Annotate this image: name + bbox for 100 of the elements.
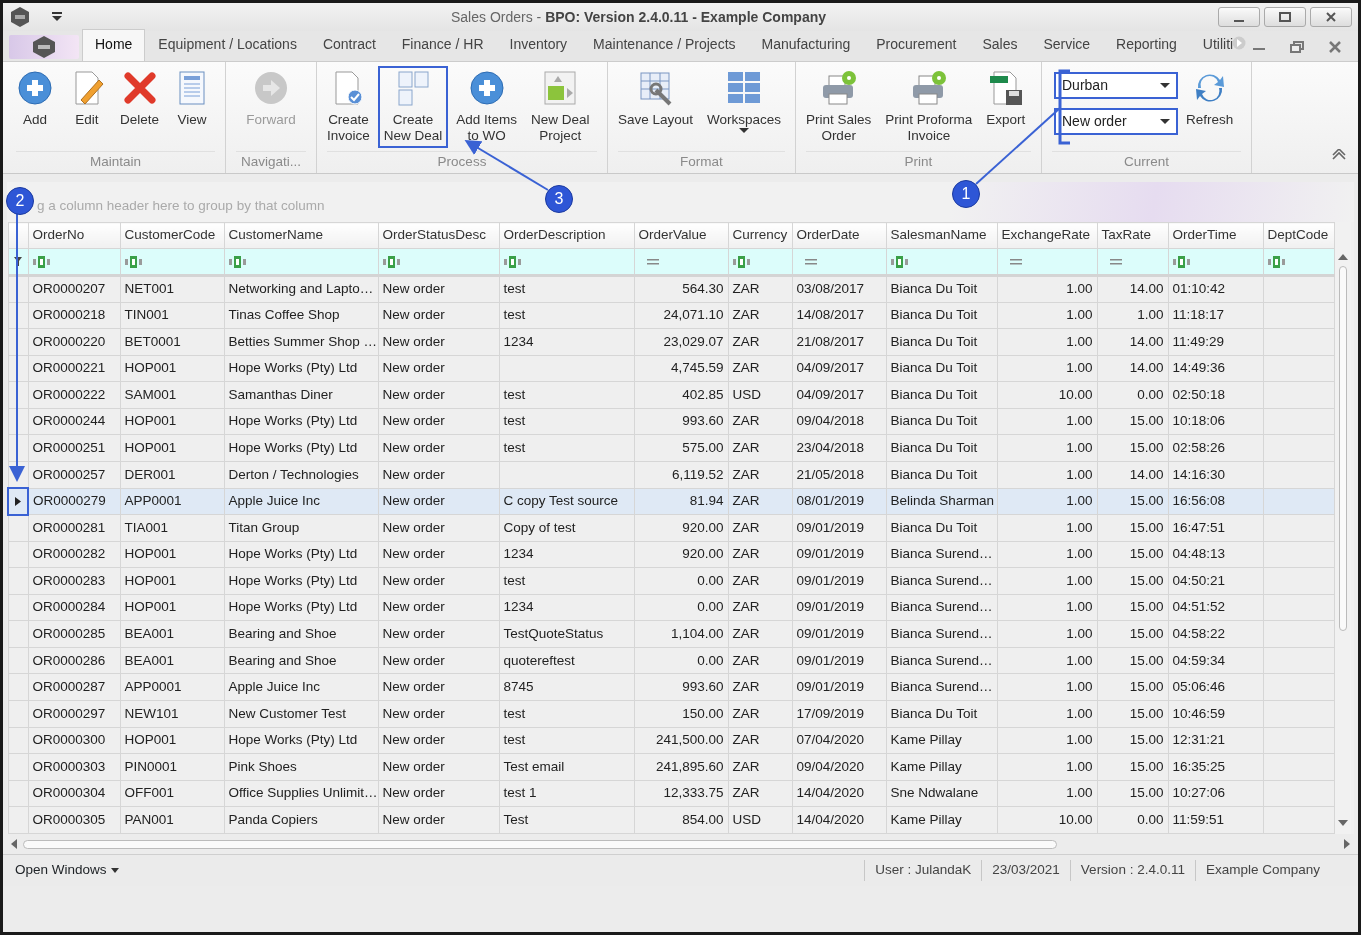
quick-access-menu-icon[interactable]	[51, 12, 63, 22]
ribbon-button[interactable]: Create New Deal	[377, 66, 449, 148]
column-header[interactable]: OrderStatusDesc	[378, 222, 499, 249]
table-row[interactable]: OR0000305 PAN001 Panda Copiers New order Test 854.00 USD 14/04/2020 Kame Pillay 10.00 0.00 11:59:51	[8, 806, 1334, 834]
table-cell: 12:31:21	[1172, 732, 1226, 748]
table-row[interactable]: OR0000281 TIA001 Titan Group New order Copy of test 920.00 ZAR 09/01/2019 Bianca Du Toit 1.00 15.00 16:47:51	[8, 514, 1334, 542]
text-filter-icon[interactable]	[732, 255, 751, 268]
column-header[interactable]: OrderDate	[792, 222, 886, 249]
text-filter-icon[interactable]	[890, 255, 909, 268]
column-header[interactable]: CustomerName	[224, 222, 378, 249]
mdi-restore-icon[interactable]	[1290, 41, 1304, 53]
status-text: User : JulandaK	[864, 860, 982, 881]
column-header[interactable]: CustomerCode	[120, 222, 224, 249]
table-cell: 1.00	[1066, 652, 1093, 668]
table-cell: OR0000286	[32, 652, 106, 668]
ribbon-button[interactable]: Delete	[114, 66, 166, 132]
ribbon-tab[interactable]: Service	[1030, 29, 1104, 61]
text-filter-icon[interactable]	[1267, 255, 1286, 268]
application-menu-button[interactable]	[9, 35, 79, 59]
table-row[interactable]: OR0000286 BEA001 Bearing and Shoe New order quotereftest 0.00 ZAR 09/01/2019 Bianca Surend… 1.00 15.00 04:59:34	[8, 647, 1334, 674]
column-header[interactable]: OrderNo	[28, 222, 120, 249]
ribbon-tab[interactable]: Contract	[309, 29, 389, 61]
table-cell: New order	[382, 679, 445, 695]
ribbon-tab[interactable]: Manufacturing	[748, 29, 864, 61]
app-icon[interactable]	[9, 6, 31, 28]
text-filter-icon[interactable]	[382, 255, 401, 268]
table-row[interactable]: OR0000283 HOP001 Hope Works (Pty) Ltd New order test 0.00 ZAR 09/01/2019 Bianca Surend… 1.00 15.00 04:50:21	[8, 567, 1334, 595]
table-row[interactable]: OR0000244 HOP001 Hope Works (Pty) Ltd New order test 993.60 ZAR 09/04/2018 Bianca Du Toit 1.00 15.00 10:18:06	[8, 408, 1334, 435]
table-row[interactable]: OR0000207 NET001 Networking and Lapto… New order test 564.30 ZAR 03/08/2017 Bianca Du Toit 1.00 14.00 01:10:42	[8, 275, 1334, 303]
ribbon-button[interactable]: Export	[980, 66, 1032, 132]
maximize-button[interactable]	[1264, 7, 1306, 27]
table-cell: 12,333.75	[663, 785, 724, 801]
column-header[interactable]: TaxRate	[1097, 222, 1168, 249]
mdi-close-icon[interactable]	[1328, 41, 1342, 53]
ribbon-button[interactable]: Add Items to WO	[450, 66, 524, 148]
ribbon-tab[interactable]: Home	[82, 29, 146, 61]
table-cell: ZAR	[732, 758, 760, 774]
table-row[interactable]: OR0000297 NEW101 New Customer Test New order test 150.00 ZAR 17/09/2019 Bianca Du Toit 1.00 15.00 10:46:59	[8, 700, 1334, 728]
ribbon-button[interactable]: Print Sales Order	[800, 66, 878, 148]
table-cell: 0.00	[697, 652, 724, 668]
ribbon-button[interactable]: Refresh	[1180, 66, 1240, 132]
column-header[interactable]: SalesmanName	[886, 222, 997, 249]
table-row[interactable]: OR0000284 HOP001 Hope Works (Pty) Ltd New order 1234 0.00 ZAR 09/01/2019 Bianca Surend… 1.00 15.00 04:51:52	[8, 594, 1334, 621]
table-cell: OR0000300	[32, 732, 106, 748]
ribbon-button[interactable]: Workspaces	[701, 66, 788, 143]
table-row[interactable]: OR0000218 TIN001 Tinas Coffee Shop New order test 24,071.10 ZAR 14/08/2017 Bianca Du Toit 1.00 1.00 11:18:17	[8, 302, 1334, 329]
dropdown-field[interactable]: Durban	[1054, 72, 1178, 99]
ribbon-button[interactable]: View	[167, 66, 218, 132]
table-row[interactable]: OR0000222 SAM001 Samanthas Diner New order test 402.85 USD 04/09/2017 Bianca Du Toit 10.00 0.00 02:50:18	[8, 381, 1334, 409]
ribbon-tab[interactable]: Inventory	[496, 29, 581, 61]
scroll-right-icon[interactable]	[1344, 839, 1350, 849]
ribbon-button[interactable]: Print Proforma Invoice	[879, 66, 979, 148]
close-button[interactable]	[1310, 7, 1352, 27]
column-header[interactable]: OrderValue	[634, 222, 728, 249]
table-row[interactable]: OR0000287 APP0001 Apple Juice Inc New order 8745 993.60 ZAR 09/01/2019 Bianca Surend… 1.00 15.00 05:06:46	[8, 673, 1334, 701]
table-row[interactable]: OR0000257 DER001 Derton / Technologies New order 6,119.52 ZAR 21/05/2018 Bianca Du Toit 1.00 14.00 14:16:30	[8, 461, 1334, 488]
table-row[interactable]: OR0000303 PIN0001 Pink Shoes New order Test email 241,895.60 ZAR 09/04/2020 Kame Pillay 1.00 15.00 16:35:25	[8, 753, 1334, 781]
column-header[interactable]: ExchangeRate	[997, 222, 1097, 249]
table-row[interactable]: OR0000251 HOP001 Hope Works (Pty) Ltd New order test 575.00 ZAR 23/04/2018 Bianca Du Toit 1.00 15.00 02:58:26	[8, 434, 1334, 462]
table-cell: 15.00	[1129, 625, 1164, 641]
ribbon-tab[interactable]: Utiliti	[1189, 29, 1247, 61]
text-filter-icon[interactable]	[503, 255, 522, 268]
scrollbar-thumb[interactable]	[1338, 266, 1347, 631]
collapse-ribbon-icon[interactable]	[1331, 149, 1347, 162]
text-filter-icon[interactable]	[228, 255, 247, 268]
ribbon-button[interactable]: Edit	[62, 66, 112, 132]
ribbon-tab[interactable]: Finance / HR	[388, 29, 497, 61]
table-row[interactable]: OR0000304 OFF001 Office Supplies Unlimit… New order test 1 12,333.75 ZAR 14/04/2020 Sne Ndwalane 1.00 15.00 10:27:06	[8, 780, 1334, 807]
ribbon-button[interactable]: Save Layout	[612, 66, 700, 132]
column-header[interactable]: DeptCode	[1263, 222, 1334, 249]
ribbon-tab[interactable]: Reporting	[1103, 29, 1190, 61]
minimize-button[interactable]	[1218, 7, 1260, 27]
column-header[interactable]: OrderTime	[1168, 222, 1263, 249]
table-row[interactable]: OR0000282 HOP001 Hope Works (Pty) Ltd New order 1234 920.00 ZAR 09/01/2019 Bianca Surend… 1.00 15.00 04:48:13	[8, 541, 1334, 568]
ribbon-button[interactable]: Add	[10, 66, 60, 132]
ribbon-tab[interactable]: Sales	[969, 29, 1031, 61]
scroll-down-icon[interactable]	[1337, 820, 1348, 826]
text-filter-icon[interactable]	[1172, 255, 1191, 268]
ribbon-tab[interactable]: Procurement	[863, 29, 970, 61]
table-row[interactable]: OR0000221 HOP001 Hope Works (Pty) Ltd New order 4,745.59 ZAR 04/09/2017 Bianca Du Toit 1.00 14.00 14:49:36	[8, 355, 1334, 382]
ribbon-tab[interactable]: Maintenance / Projects	[580, 29, 749, 61]
column-header[interactable]: OrderDescription	[499, 222, 634, 249]
open-windows-menu[interactable]: Open Windows	[7, 856, 127, 885]
scroll-left-icon[interactable]	[11, 839, 17, 849]
column-header[interactable]: Currency	[728, 222, 792, 249]
ribbon-button[interactable]: Create Invoice	[321, 66, 376, 148]
scroll-up-icon[interactable]	[1337, 254, 1348, 260]
dropdown-field[interactable]: New order	[1054, 108, 1178, 135]
table-cell: Networking and Lapto…	[228, 281, 374, 297]
row-indicator[interactable]	[8, 488, 28, 515]
ribbon-button[interactable]: New Deal Project	[525, 66, 596, 148]
scrollbar-thumb[interactable]	[23, 839, 1057, 849]
text-filter-icon[interactable]	[124, 255, 143, 268]
table-row[interactable]: OR0000279 APP0001 Apple Juice Inc New order C copy Test source 81.94 ZAR 08/01/2019 Belinda Sharman 1.00 15.00 16:56:08	[8, 488, 1334, 515]
table-cell: ZAR	[732, 679, 760, 695]
ribbon-tab[interactable]: Equipment / Locations	[145, 29, 310, 61]
table-row[interactable]: OR0000285 BEA001 Bearing and Shoe New order TestQuoteStatus 1,104.00 ZAR 09/01/2019 Bianca Surend… 1.00 15.00 04:58:22	[8, 620, 1334, 648]
table-row[interactable]: OR0000300 HOP001 Hope Works (Pty) Ltd New order test 241,500.00 ZAR 07/04/2020 Kame Pillay 1.00 15.00 12:31:21	[8, 727, 1334, 754]
table-row[interactable]: OR0000220 BET0001 Betties Summer Shop … New order 1234 23,029.07 ZAR 21/08/2017 Bianca Du Toit 1.00 14.00 11:49:29	[8, 328, 1334, 356]
text-filter-icon[interactable]	[32, 255, 51, 268]
